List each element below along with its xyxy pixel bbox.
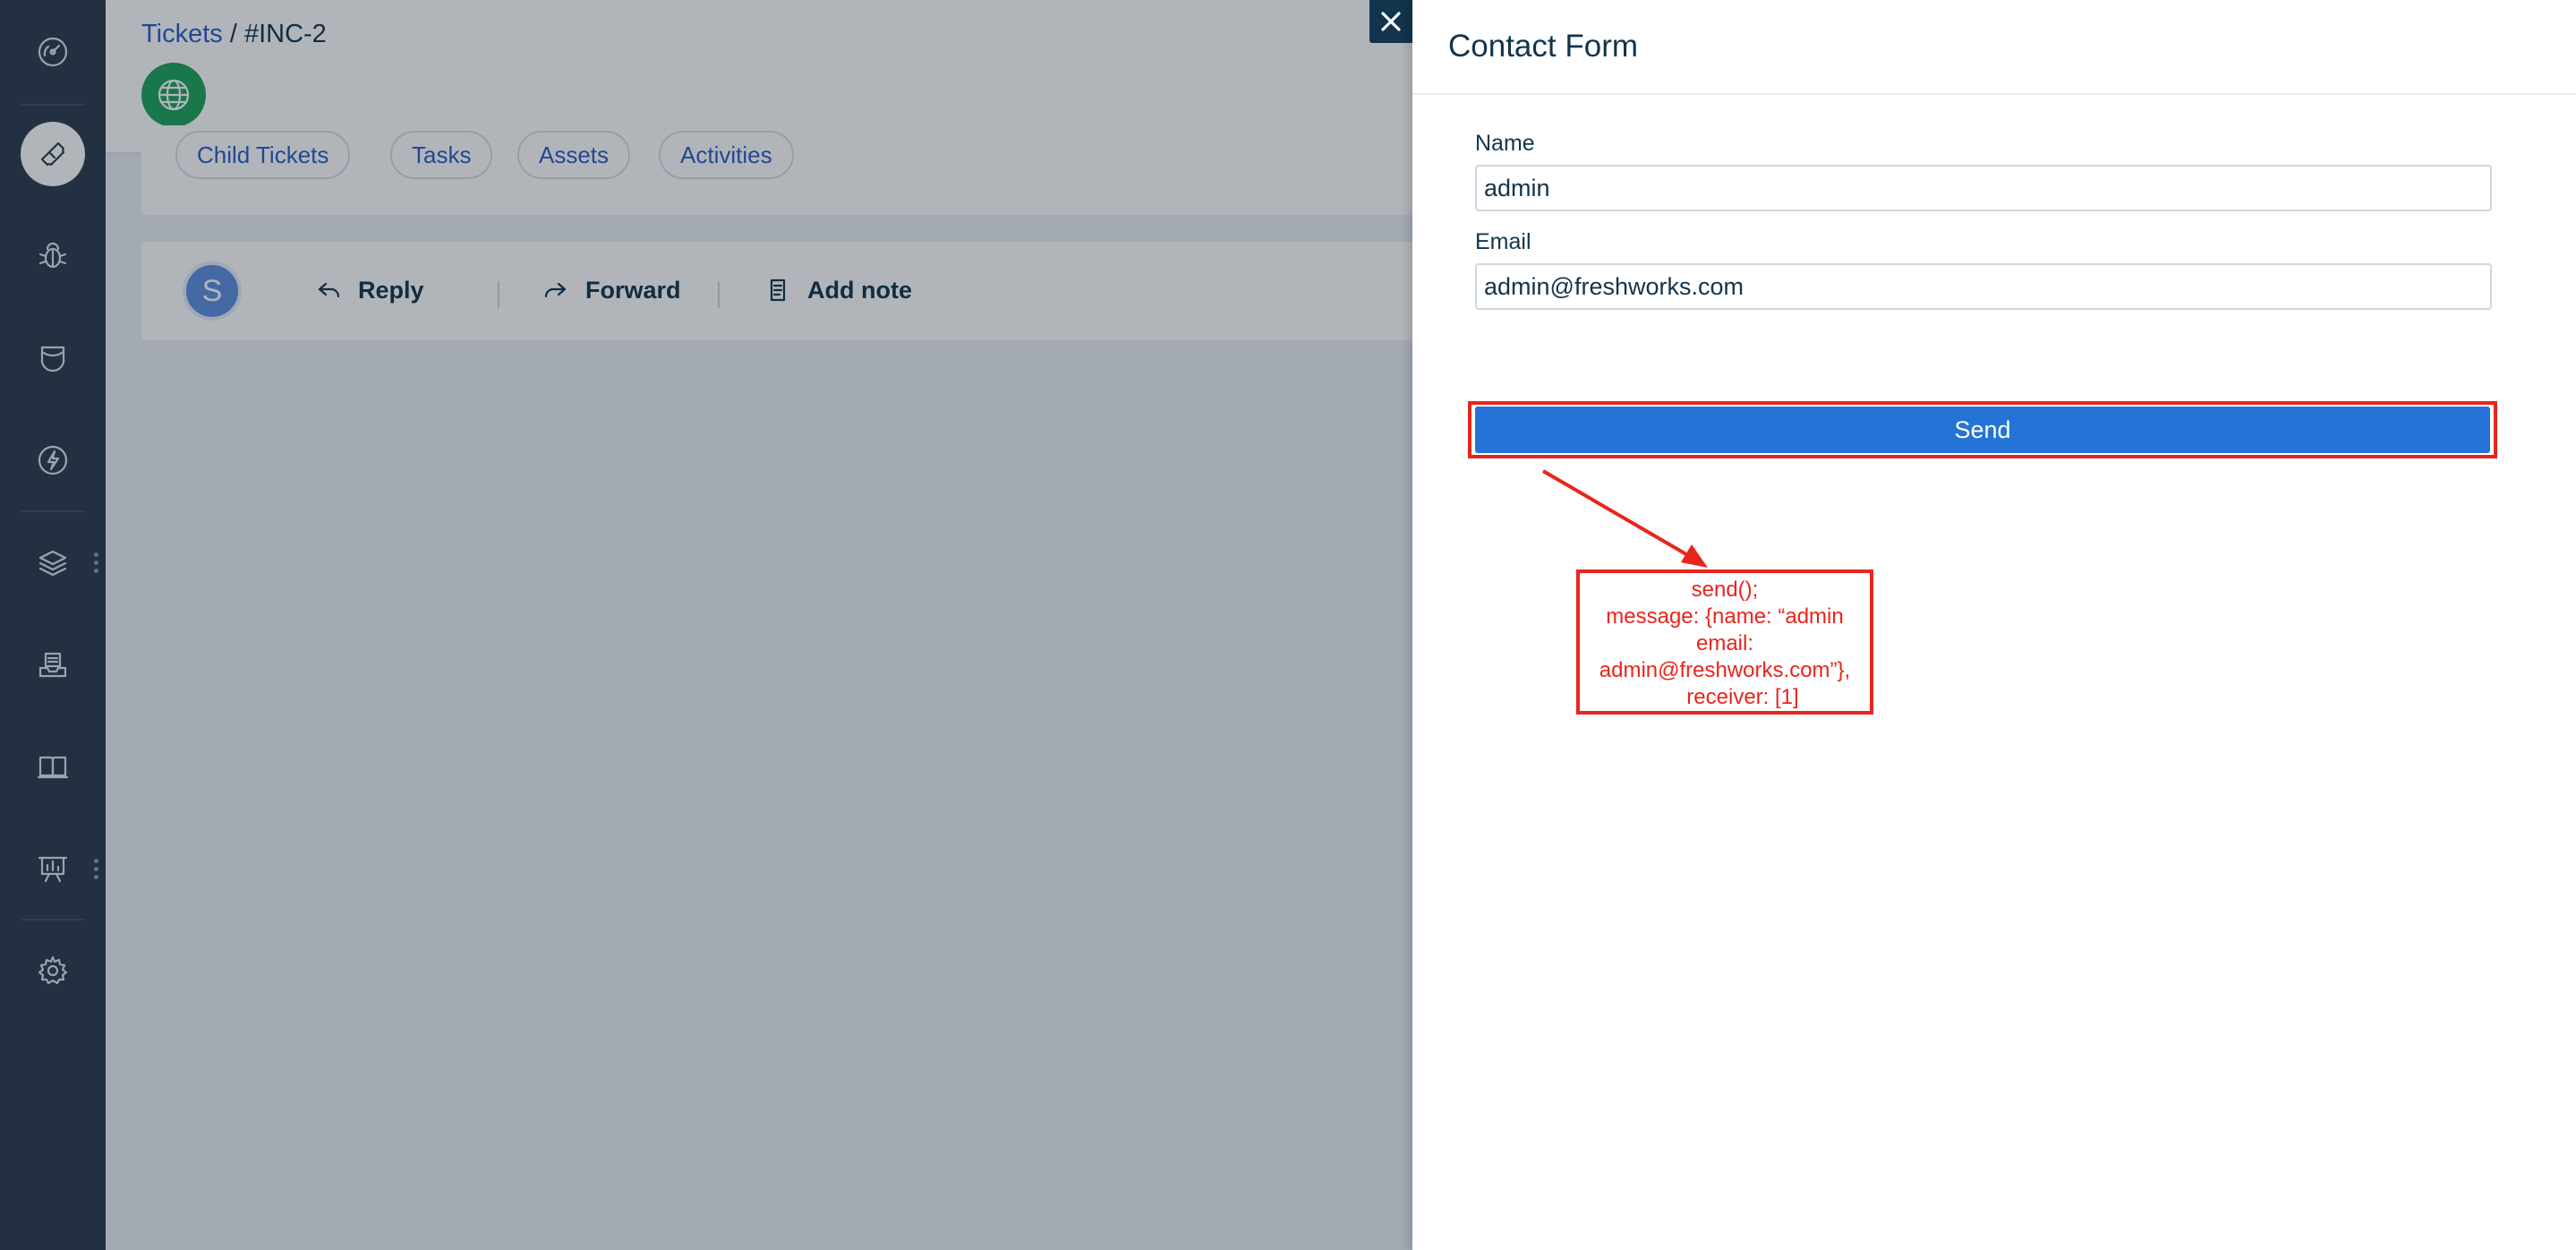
drawer-title: Contact Form xyxy=(1412,0,2576,95)
email-field[interactable]: admin@freshworks.com xyxy=(1475,263,2492,310)
annotation-line: admin@freshworks.com”}, xyxy=(1599,658,1851,682)
close-drawer-button[interactable] xyxy=(1369,0,1412,43)
annotation-line: email: xyxy=(1695,631,1754,655)
contact-form-drawer: Contact Form Name admin Email admin@fres… xyxy=(1412,0,2576,1250)
annotation-line: send(); xyxy=(1691,578,1759,602)
annotation-line: message: {name: “admin xyxy=(1606,604,1844,629)
name-field[interactable]: admin xyxy=(1475,165,2492,211)
email-label: Email xyxy=(1475,229,1531,254)
name-label: Name xyxy=(1475,131,1535,156)
annotation-line: receiver: [1] xyxy=(1651,685,1799,709)
annotation-box: send(); message: {name: “admin email: ad… xyxy=(1576,569,1873,715)
close-icon xyxy=(1381,12,1401,31)
send-button[interactable]: Send xyxy=(1475,407,2490,453)
